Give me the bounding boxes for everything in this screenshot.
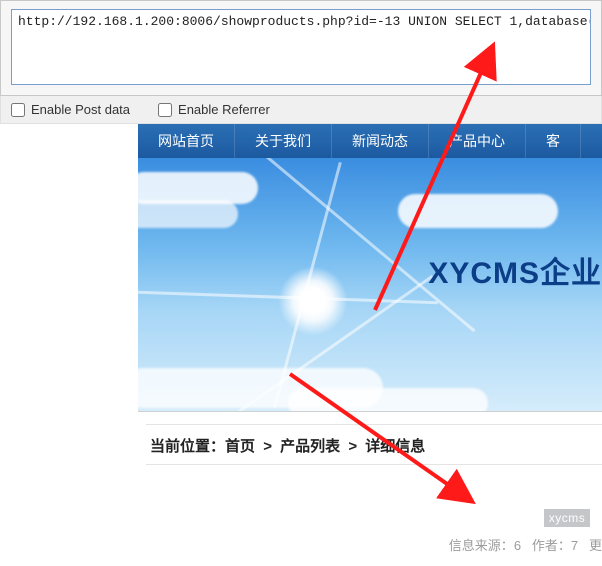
main-nav: 网站首页 关于我们 新闻动态 产品中心 客 <box>138 124 602 158</box>
nav-customer[interactable]: 客 <box>526 124 581 158</box>
enable-post-checkbox[interactable]: Enable Post data <box>11 102 130 117</box>
breadcrumb: 当前位置：首页 > 产品列表 > 详细信息 <box>146 425 602 465</box>
nav-about[interactable]: 关于我们 <box>235 124 332 158</box>
breadcrumb-item-home[interactable]: 首页 <box>225 438 255 455</box>
breadcrumb-sep-icon: > <box>263 438 272 455</box>
article-info: xycms 信息来源：6 作者：7 更 8 <box>146 465 602 554</box>
cloud-decoration <box>138 200 238 228</box>
sunray-decoration <box>228 158 475 332</box>
cloud-decoration <box>398 194 558 228</box>
enable-post-label: Enable Post data <box>31 102 130 117</box>
breadcrumb-label: 当前位置： <box>150 438 225 455</box>
watermark-badge: xycms <box>544 509 590 527</box>
hero-banner: XYCMS企业 <box>138 158 602 412</box>
options-row: Enable Post data Enable Referrer <box>0 96 602 124</box>
browser-toolbar: http://192.168.1.200:8006/showproducts.p… <box>0 0 602 96</box>
enable-referrer-box[interactable] <box>158 103 172 117</box>
page-content: 网站首页 关于我们 新闻动态 产品中心 客 XYCMS企业 当前位置：首页 > … <box>138 124 602 554</box>
breadcrumb-sep-icon: > <box>348 438 357 455</box>
enable-referrer-label: Enable Referrer <box>178 102 270 117</box>
breadcrumb-wrap: 当前位置：首页 > 产品列表 > 详细信息 xycms 信息来源：6 作者：7 … <box>146 424 602 554</box>
meta-author-label: 作者： <box>532 538 571 553</box>
url-input[interactable]: http://192.168.1.200:8006/showproducts.p… <box>11 9 591 85</box>
nav-home[interactable]: 网站首页 <box>138 124 235 158</box>
cloud-decoration <box>288 388 488 412</box>
breadcrumb-item-list[interactable]: 产品列表 <box>280 438 340 455</box>
meta-more: 更 <box>589 538 602 553</box>
meta-source-label: 信息来源： <box>449 538 514 553</box>
sun-decoration <box>278 266 348 336</box>
article-meta: 信息来源：6 作者：7 更 <box>449 535 602 554</box>
nav-products[interactable]: 产品中心 <box>429 124 526 158</box>
enable-post-box[interactable] <box>11 103 25 117</box>
nav-news[interactable]: 新闻动态 <box>332 124 429 158</box>
meta-author-value: 7 <box>571 538 578 553</box>
enable-referrer-checkbox[interactable]: Enable Referrer <box>158 102 270 117</box>
banner-title: XYCMS企业 <box>428 248 602 292</box>
breadcrumb-item-detail: 详细信息 <box>365 438 425 455</box>
meta-source-value: 6 <box>514 538 521 553</box>
